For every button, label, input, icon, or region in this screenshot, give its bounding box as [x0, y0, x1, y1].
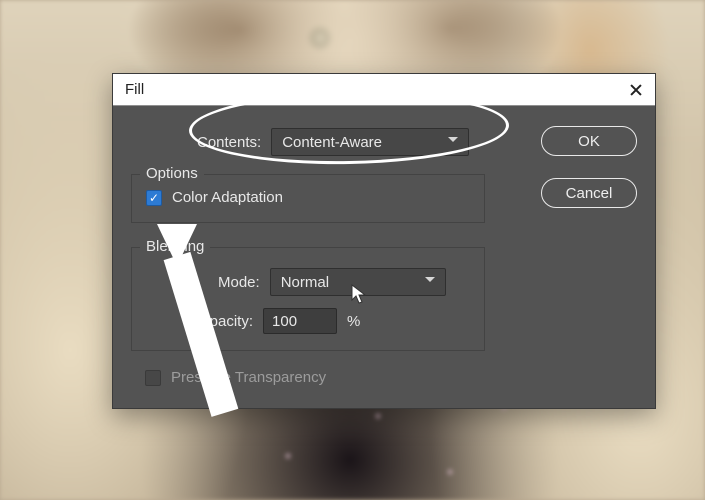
contents-select[interactable]: Content-Aware	[271, 128, 469, 156]
blending-group: Blending Mode: Normal Opacity: 100 %	[131, 247, 485, 351]
ok-button[interactable]: OK	[541, 126, 637, 156]
chevron-down-icon	[448, 137, 458, 147]
color-adaptation-label: Color Adaptation	[172, 189, 283, 206]
dialog-title: Fill	[125, 81, 144, 98]
preserve-transparency-row: Preserve Transparency	[145, 369, 637, 386]
opacity-label: Opacity:	[198, 313, 253, 330]
dialog-buttons: OK Cancel	[541, 126, 637, 208]
chevron-down-icon	[425, 277, 435, 287]
contents-label: Contents:	[197, 134, 261, 151]
options-group: Options ✓ Color Adaptation	[131, 174, 485, 223]
opacity-row: Opacity: 100 %	[198, 308, 470, 334]
options-legend: Options	[140, 165, 204, 182]
opacity-value: 100	[272, 313, 297, 330]
dialog-body: Contents: Content-Aware Options ✓ Color …	[113, 106, 655, 408]
opacity-input[interactable]: 100	[263, 308, 337, 334]
fill-dialog: Fill Contents: Content-Aware Options ✓ C…	[112, 73, 656, 409]
mode-select[interactable]: Normal	[270, 268, 446, 296]
check-icon: ✓	[149, 192, 159, 204]
contents-value: Content-Aware	[282, 134, 382, 151]
preserve-transparency-checkbox	[145, 370, 161, 386]
mode-value: Normal	[281, 274, 329, 291]
titlebar[interactable]: Fill	[113, 74, 655, 106]
mode-label: Mode:	[218, 274, 260, 291]
close-icon[interactable]	[627, 81, 645, 99]
cancel-button[interactable]: Cancel	[541, 178, 637, 208]
color-adaptation-row: ✓ Color Adaptation	[146, 189, 470, 206]
preserve-transparency-label: Preserve Transparency	[171, 369, 326, 386]
color-adaptation-checkbox[interactable]: ✓	[146, 190, 162, 206]
opacity-unit: %	[347, 313, 360, 330]
mode-row: Mode: Normal	[218, 268, 470, 296]
blending-legend: Blending	[140, 238, 210, 255]
